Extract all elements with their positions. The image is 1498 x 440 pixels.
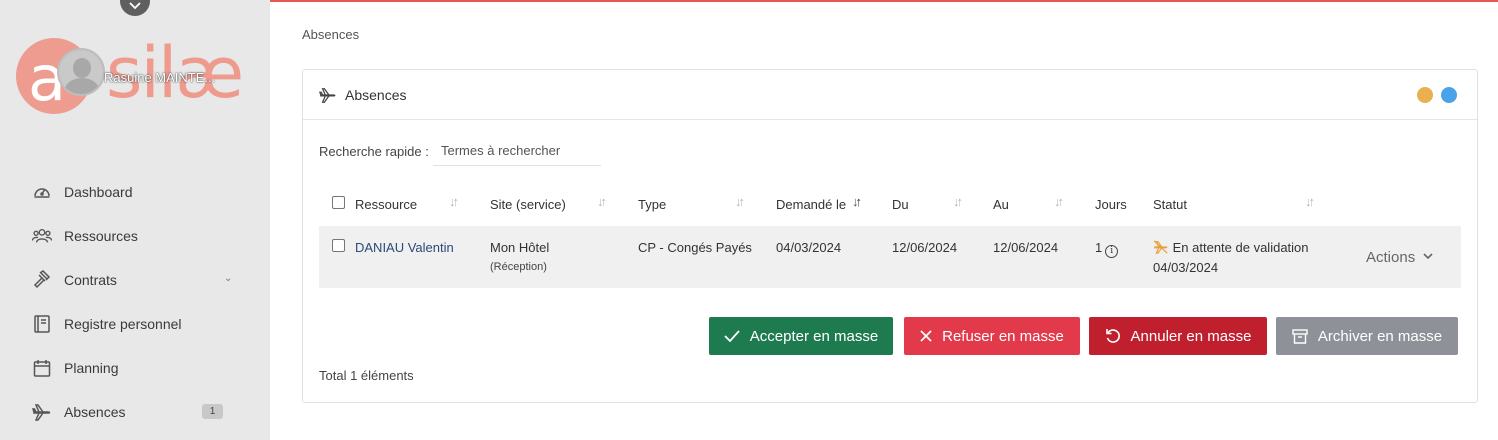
sort-icon[interactable]: ↓↑ <box>1054 194 1064 209</box>
sidebar-item-label: Ressources <box>64 228 138 244</box>
count-badge: 1 <box>202 404 223 419</box>
plane-icon <box>319 87 336 103</box>
total-count: Total 1 éléments <box>319 368 414 383</box>
card-title: Absences <box>345 86 407 103</box>
column-header-statut[interactable]: Statut <box>1153 197 1187 212</box>
column-header-au[interactable]: Au <box>993 197 1009 212</box>
days-count: 1 <box>1095 240 1103 255</box>
sidebar-item-label: Absences <box>64 404 126 420</box>
sort-icon[interactable]: ↓↑ <box>735 194 745 209</box>
close-icon <box>920 330 932 342</box>
column-header-site[interactable]: Site (service) <box>490 197 566 212</box>
plane-pending-icon <box>1153 240 1168 254</box>
resource-link[interactable]: DANIAU Valentin <box>355 240 454 255</box>
sidebar-item-contrats[interactable]: Contrats ⌄ <box>0 258 270 302</box>
sort-icon[interactable]: ↓↑ <box>597 194 607 209</box>
check-icon <box>724 330 740 342</box>
site-value: Mon Hôtel <box>490 240 550 255</box>
refuse-all-label: Refuser en masse <box>942 327 1064 345</box>
sort-icon[interactable]: ↓↑ <box>449 194 459 209</box>
sidebar-item-label: Registre personnel <box>64 316 182 332</box>
status-text: En attente de validation <box>1172 240 1309 255</box>
sidebar-item-dashboard[interactable]: Dashboard <box>0 170 270 214</box>
days-value: 1i <box>1095 240 1119 258</box>
cancel-all-label: Annuler en masse <box>1130 327 1252 345</box>
archive-all-label: Archiver en masse <box>1317 327 1443 345</box>
sidebar-item-absences[interactable]: Absences 1 <box>0 390 270 434</box>
status-dot-blue[interactable] <box>1441 87 1457 103</box>
from-date: 12/06/2024 <box>892 240 958 255</box>
column-header-du[interactable]: Du <box>892 197 909 212</box>
status-value: En attente de validation <box>1153 240 1309 255</box>
refuse-all-button[interactable]: Refuser en masse <box>904 317 1080 355</box>
column-header-demande-le[interactable]: Demandé le <box>776 197 846 212</box>
archive-icon <box>1292 328 1308 344</box>
logo: a silæ Rasuine MAINTE... <box>16 32 256 118</box>
requested-date: 04/03/2024 <box>776 240 842 255</box>
users-icon <box>31 225 53 247</box>
chevron-down-icon <box>129 2 141 10</box>
chevron-down-icon <box>1423 253 1433 260</box>
to-date: 12/06/2024 <box>993 240 1059 255</box>
status-dot-yellow[interactable] <box>1417 87 1433 103</box>
column-header-jours: Jours <box>1095 197 1127 212</box>
info-icon[interactable]: i <box>1105 245 1119 258</box>
card-header: Absences <box>303 70 1477 120</box>
calendar-icon <box>31 357 53 379</box>
register-icon <box>31 313 53 335</box>
breadcrumb[interactable]: Absences <box>302 27 359 42</box>
sidebar-nav: Dashboard Ressources Contrats ⌄ Registre… <box>0 170 270 434</box>
table-row: DANIAU Valentin Mon Hôtel (Réception) CP… <box>319 226 1461 288</box>
user-name[interactable]: Rasuine MAINTE... <box>104 70 215 85</box>
column-header-ressource[interactable]: Ressource <box>355 197 417 212</box>
sidebar-item-label: Planning <box>64 360 119 376</box>
sort-icon[interactable]: ↓↑ <box>953 194 963 209</box>
actions-dropdown[interactable]: Actions <box>1366 249 1433 266</box>
absences-card: Absences Recherche rapide : Ressource ↓↑… <box>302 69 1478 403</box>
sort-icon[interactable]: ↓↑ <box>1305 194 1315 209</box>
accept-all-button[interactable]: Accepter en masse <box>709 317 893 355</box>
accept-all-label: Accepter en masse <box>749 327 879 345</box>
archive-all-button[interactable]: Archiver en masse <box>1276 317 1458 355</box>
sidebar: a silæ Rasuine MAINTE... Dashboard Resso… <box>0 0 270 440</box>
gavel-icon <box>31 269 53 291</box>
sidebar-item-planning[interactable]: Planning <box>0 346 270 390</box>
sidebar-item-registre-personnel[interactable]: Registre personnel <box>0 302 270 346</box>
sidebar-item-label: Contrats <box>64 272 117 288</box>
avatar[interactable] <box>57 48 105 96</box>
select-all-checkbox[interactable] <box>332 196 345 209</box>
chevron-down-icon[interactable]: ⌄ <box>224 273 232 284</box>
search-label: Recherche rapide : <box>319 144 429 159</box>
undo-icon <box>1105 329 1120 343</box>
plane-icon <box>31 401 53 423</box>
row-checkbox[interactable] <box>332 239 345 252</box>
type-value: CP - Congés Payés <box>638 240 752 255</box>
column-header-type[interactable]: Type <box>638 197 666 212</box>
actions-label: Actions <box>1366 249 1416 266</box>
dashboard-icon <box>31 181 53 203</box>
cancel-all-button[interactable]: Annuler en masse <box>1089 317 1267 355</box>
sidebar-item-ressources[interactable]: Ressources <box>0 214 270 258</box>
collapse-toggle-button[interactable] <box>120 0 150 16</box>
sidebar-item-label: Dashboard <box>64 184 133 200</box>
service-value: (Réception) <box>490 261 547 273</box>
top-accent-line <box>270 0 1498 2</box>
search-input[interactable] <box>433 136 601 166</box>
status-date: 04/03/2024 <box>1153 260 1219 275</box>
sort-ascending-icon[interactable]: ↓↑ <box>852 194 862 209</box>
